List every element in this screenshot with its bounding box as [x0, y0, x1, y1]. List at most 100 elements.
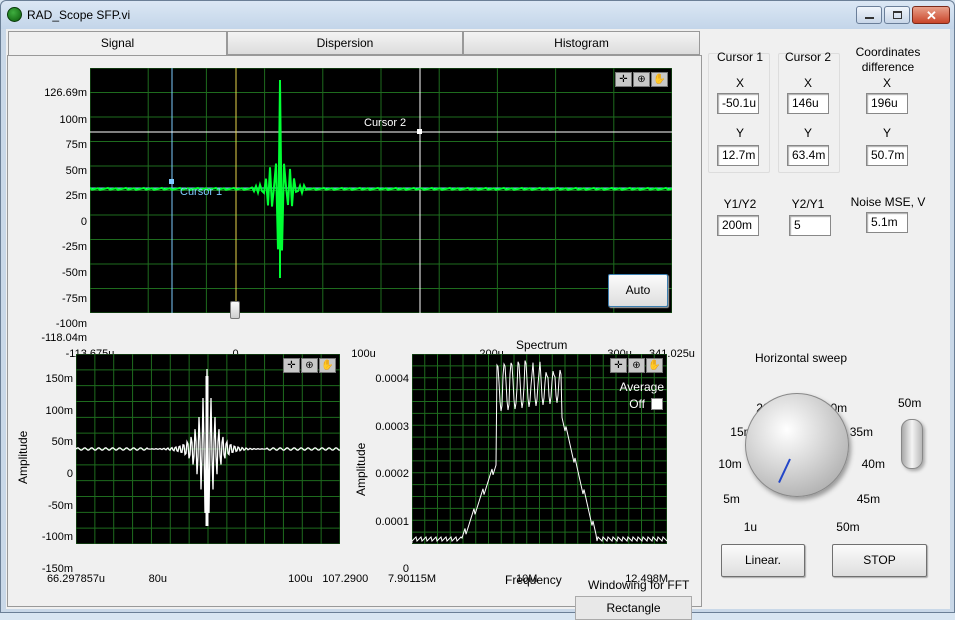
cursor2-y-field[interactable]: 63.4m — [787, 145, 829, 166]
y-tick-label: 50m — [65, 164, 87, 177]
y-tick-label: -50m — [47, 499, 73, 512]
diff-x-field[interactable]: 196u — [866, 93, 908, 114]
horizontal-sweep-knob[interactable] — [745, 393, 849, 497]
cursor2-label: Cursor 2 — [364, 117, 406, 129]
tab-signal[interactable]: Signal — [8, 31, 227, 57]
average-state: Off — [629, 397, 645, 411]
pan-hand-icon[interactable]: ✋ — [651, 72, 668, 87]
auto-button[interactable]: Auto — [608, 274, 668, 307]
knob-tick-label: 50m — [836, 520, 860, 535]
diff-y-field[interactable]: 50.7m — [866, 145, 908, 166]
y-tick-label: 150m — [45, 373, 73, 385]
pan-hand-icon[interactable]: ✋ — [646, 358, 663, 373]
close-icon: ✕ — [926, 8, 937, 23]
knob-tick-label: 40m — [861, 457, 885, 472]
y-tick-label: 0.0004 — [375, 373, 409, 385]
title-bar[interactable]: RAD_Scope SFP.vi ✕ — [1, 1, 954, 29]
cursor-move-icon[interactable]: ✛ — [615, 72, 632, 87]
knob-tick-label: 5m — [723, 491, 740, 506]
window-title: RAD_Scope SFP.vi — [27, 8, 131, 22]
knob-pointer — [778, 458, 791, 483]
cursor1-y-field[interactable]: 12.7m — [717, 145, 759, 166]
x-tick-label: 66.297857u — [46, 573, 106, 585]
front-panel: Signal Dispersion Histogram Cursor 1 Curs… — [6, 29, 950, 620]
y2y1-label: Y2/Y1 — [791, 197, 825, 211]
maximize-button[interactable] — [884, 6, 910, 24]
y2y1-field[interactable]: 5 — [789, 215, 831, 236]
cursor1-y-label: Y — [735, 126, 744, 140]
y-tick-label: 100m — [45, 404, 73, 417]
y-tick-label: -118.04m — [41, 332, 87, 344]
spectrum-y-label: Amplitude — [354, 442, 368, 496]
x-scroll-slider[interactable] — [230, 301, 240, 319]
y-tick-label: 0.0001 — [375, 515, 409, 528]
pan-hand-icon[interactable]: ✋ — [319, 358, 336, 373]
zoom-icon[interactable]: ⊕ — [633, 72, 650, 87]
zoom-icon[interactable]: ⊕ — [301, 358, 318, 373]
spectrum-title: Spectrum — [516, 338, 568, 352]
cursor2-marker — [417, 129, 422, 134]
app-window: RAD_Scope SFP.vi ✕ Signal Dispersion His… — [0, 0, 955, 620]
knob-tick-label: 10m — [718, 457, 742, 472]
switch-label: 50m — [898, 396, 922, 410]
signal-tab-pane: Cursor 1 Cursor 2 ✛ ⊕ ✋ Auto 126.69m 100m 7… — [7, 55, 702, 620]
noise-label: Noise MSE, V — [850, 195, 926, 209]
y1y2-label: Y1/Y2 — [723, 197, 757, 211]
spectrum-x-label: Frequency — [505, 573, 562, 587]
y-tick-label: 126.69m — [44, 87, 87, 99]
cursor1-x-field[interactable]: -50.1u — [717, 93, 759, 114]
diff-title: Coordinates difference — [855, 45, 921, 74]
tab-dispersion[interactable]: Dispersion — [227, 31, 463, 55]
cursor1-marker — [169, 179, 174, 184]
y-tick-label: -50m — [61, 267, 87, 279]
cursor-move-icon[interactable]: ✛ — [283, 358, 300, 373]
time-graph-palette: ✛ ⊕ ✋ — [283, 358, 336, 373]
cursor-move-icon[interactable]: ✛ — [610, 358, 627, 373]
cursor1-title: Cursor 1 — [716, 50, 763, 64]
y-tick-label: 100m — [59, 113, 87, 126]
zoom-icon[interactable]: ⊕ — [628, 358, 645, 373]
x-tick-label: 7.90115M — [387, 573, 437, 585]
diff-y-label: Y — [882, 126, 891, 140]
knob-tick-label: 1u — [743, 520, 758, 535]
close-button[interactable]: ✕ — [912, 6, 950, 24]
y-tick-label: 25m — [65, 190, 87, 203]
cursor1-label: Cursor 1 — [180, 186, 222, 198]
x-tick-label: 80u — [148, 573, 167, 585]
signal-graph[interactable]: Cursor 1 Cursor 2 ✛ ⊕ ✋ Auto — [90, 68, 672, 313]
signal-graph-palette: ✛ ⊕ ✋ — [615, 72, 668, 87]
y-tick-label: 0 — [80, 215, 87, 228]
y-tick-label: 0.0003 — [375, 420, 409, 433]
knob-tick-label: 45m — [856, 491, 881, 506]
diff-x-label: X — [882, 76, 891, 90]
time-y-label: Amplitude — [16, 430, 30, 484]
time-graph-canvas[interactable] — [76, 354, 340, 544]
y-tick-label: -100m — [41, 531, 73, 544]
tab-histogram[interactable]: Histogram — [463, 31, 700, 55]
windowing-selector[interactable]: Rectangle — [575, 596, 692, 620]
sweep-label: Horizontal sweep — [754, 351, 848, 365]
y-tick-label: 75m — [65, 139, 87, 152]
stop-button[interactable]: STOP — [832, 544, 927, 577]
y-tick-label: -25m — [61, 241, 87, 254]
cursor1-x-label: X — [735, 76, 744, 90]
average-checkbox[interactable] — [651, 398, 663, 410]
knob-tick-label: 35m — [849, 424, 874, 439]
time-graph[interactable]: ✛ ⊕ ✋ — [76, 354, 340, 544]
cursor2-x-label: X — [803, 76, 812, 90]
y-tick-label: -100m — [55, 318, 87, 330]
y-tick-label: -75m — [61, 292, 87, 305]
noise-field[interactable]: 5.1m — [866, 212, 908, 233]
linear-button[interactable]: Linear. — [721, 544, 805, 577]
windowing-label: Windowing for FFT — [588, 578, 690, 592]
spectrum-graph[interactable]: ✛ ⊕ ✋ Average Off — [412, 354, 667, 544]
sweep-toggle-switch[interactable] — [901, 419, 923, 469]
signal-graph-canvas[interactable]: Cursor 1 Cursor 2 — [90, 68, 672, 313]
labview-app-icon — [7, 7, 22, 22]
spectrum-graph-palette: ✛ ⊕ ✋ — [610, 358, 663, 373]
cursor2-title: Cursor 2 — [784, 50, 831, 64]
y1y2-field[interactable]: 200m — [717, 215, 759, 236]
cursor2-y-label: Y — [803, 126, 812, 140]
minimize-button[interactable] — [856, 6, 882, 24]
cursor2-x-field[interactable]: 146u — [787, 93, 829, 114]
